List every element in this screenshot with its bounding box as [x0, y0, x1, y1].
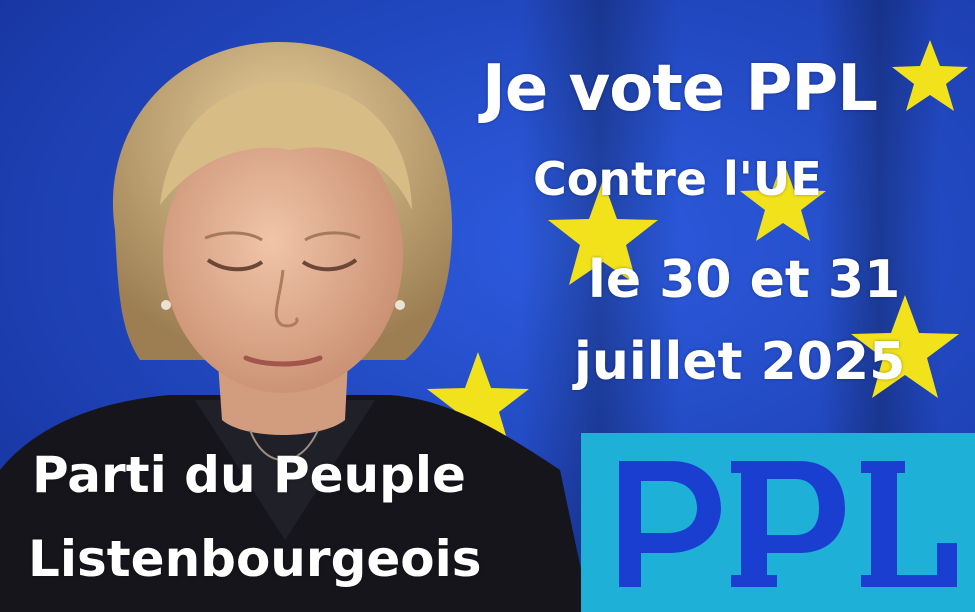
party-name-line-2: Listenbourgeois [28, 530, 482, 588]
subheadline: Contre l'UE [533, 152, 822, 206]
campaign-poster: Je vote PPL Contre l'UE le 30 et 31 juil… [0, 0, 975, 612]
ppl-logo [581, 433, 975, 612]
headline: Je vote PPL [482, 52, 878, 126]
ppl-logo-mark [619, 461, 957, 587]
party-name-line-1: Parti du Peuple [32, 446, 466, 504]
date-line-2: juillet 2025 [574, 332, 906, 392]
date-line-1: le 30 et 31 [588, 250, 901, 310]
